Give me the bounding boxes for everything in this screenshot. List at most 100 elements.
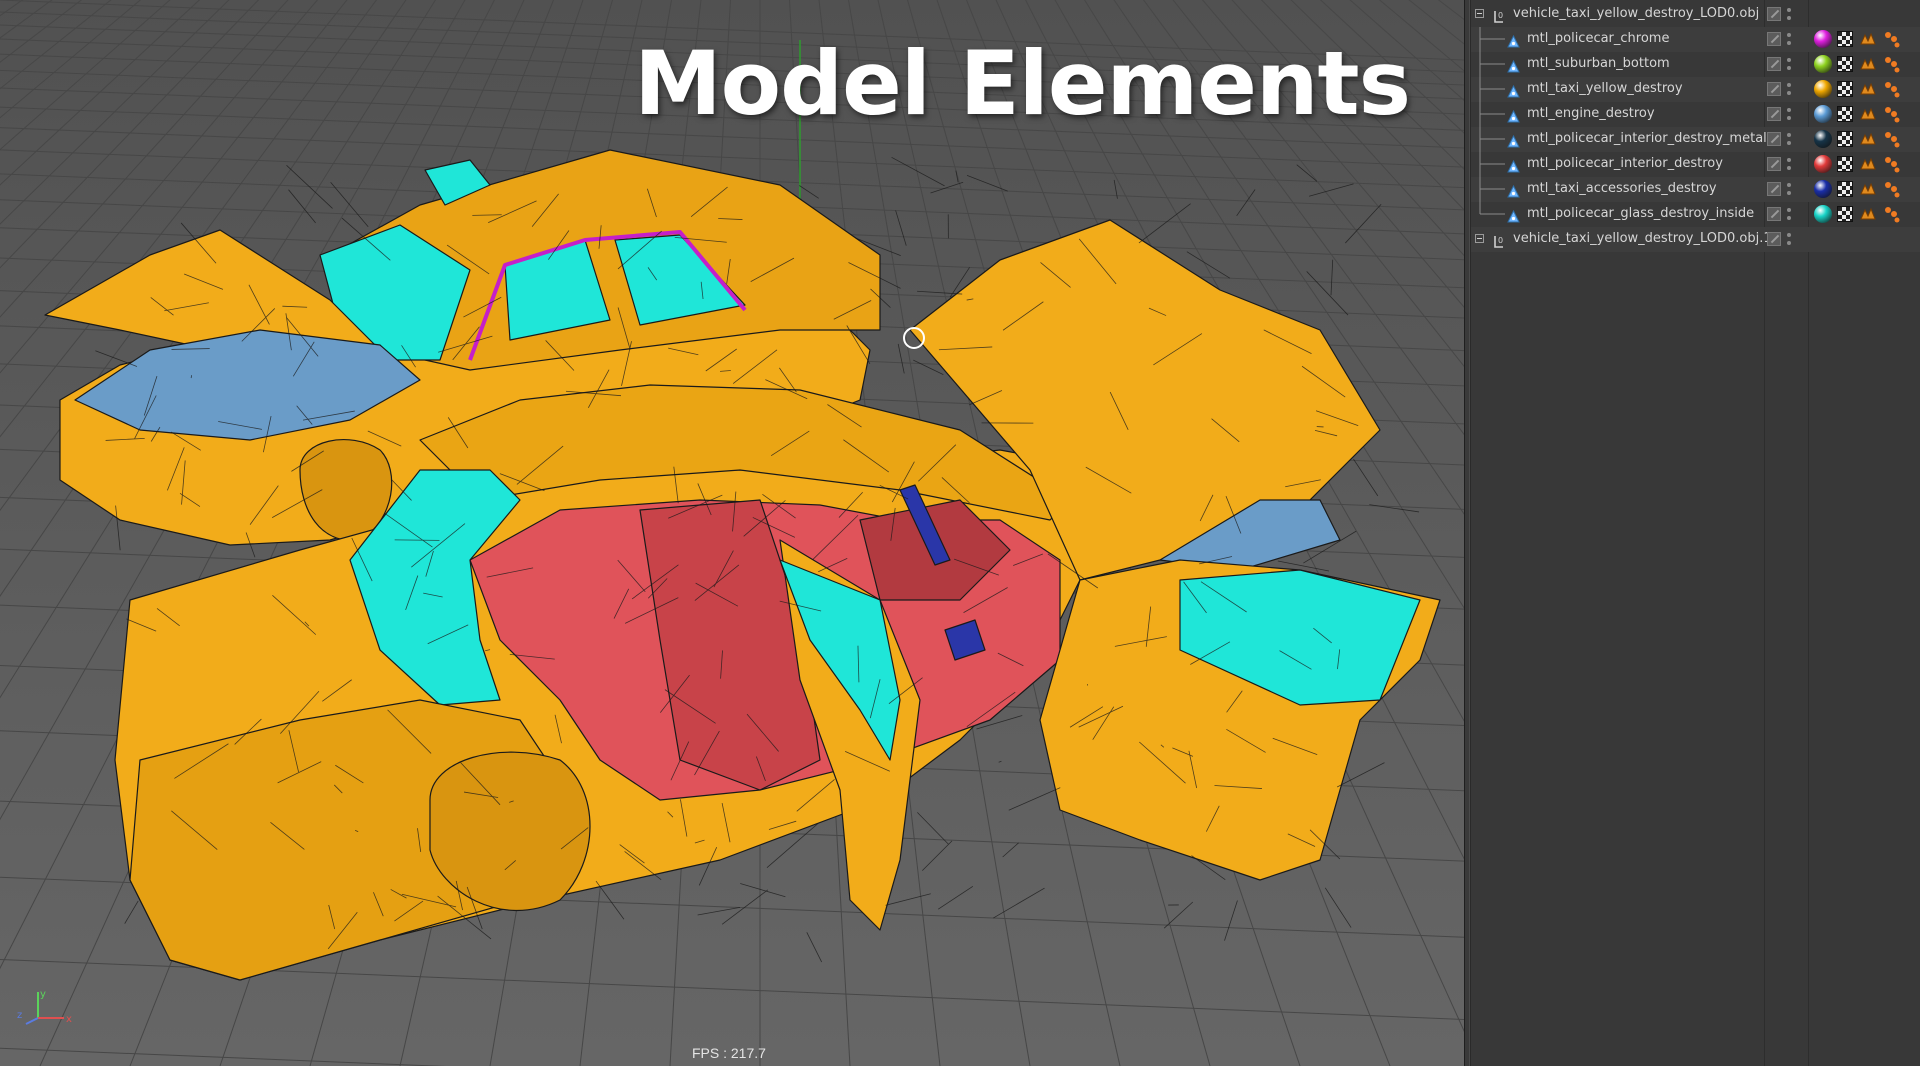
- visibility-toggle[interactable]: [1767, 32, 1781, 46]
- texture-tag-icon[interactable]: [1837, 181, 1853, 197]
- texture-tag-icon[interactable]: [1837, 131, 1853, 147]
- texture-tag-icon[interactable]: [1837, 106, 1853, 122]
- tree-connector: [1479, 52, 1505, 77]
- selection-tag-icon[interactable]: [1883, 105, 1901, 123]
- material-tag-icon[interactable]: [1814, 55, 1832, 73]
- material-object-icon: [1507, 158, 1520, 173]
- visibility-toggle[interactable]: [1767, 182, 1781, 196]
- render-dots-icon[interactable]: [1787, 32, 1791, 48]
- uvw-tag-icon[interactable]: [1859, 156, 1877, 172]
- render-dots-icon[interactable]: [1787, 7, 1791, 23]
- selection-tag-icon[interactable]: [1883, 30, 1901, 48]
- material-label: mtl_policecar_interior_destroy: [1527, 156, 1723, 171]
- material-row[interactable]: mtl_policecar_interior_destroy: [1471, 152, 1920, 177]
- uvw-tag-icon[interactable]: [1859, 56, 1877, 72]
- material-tag-icon[interactable]: [1814, 105, 1832, 123]
- svg-text:0: 0: [1498, 236, 1503, 245]
- visibility-toggle[interactable]: [1767, 207, 1781, 221]
- material-label: mtl_taxi_yellow_destroy: [1527, 81, 1683, 96]
- uvw-tag-icon[interactable]: [1859, 181, 1877, 197]
- uvw-tag-icon[interactable]: [1859, 206, 1877, 222]
- axis-label-y: y: [40, 989, 46, 1000]
- selection-tag-icon[interactable]: [1883, 180, 1901, 198]
- tree-connector: [1479, 202, 1505, 215]
- object-label: vehicle_taxi_yellow_destroy_LOD0.obj.1: [1513, 231, 1772, 246]
- material-object-icon: [1507, 183, 1520, 198]
- render-dots-icon[interactable]: [1787, 182, 1791, 198]
- texture-tag-icon[interactable]: [1837, 81, 1853, 97]
- collapse-icon[interactable]: [1475, 9, 1484, 18]
- render-dots-icon[interactable]: [1787, 82, 1791, 98]
- material-row[interactable]: mtl_taxi_accessories_destroy: [1471, 177, 1920, 202]
- render-dots-icon[interactable]: [1787, 107, 1791, 123]
- uvw-tag-icon[interactable]: [1859, 31, 1877, 47]
- uvw-tag-icon[interactable]: [1859, 81, 1877, 97]
- tree-connector: [1479, 127, 1505, 152]
- material-object-icon: [1507, 208, 1520, 223]
- cursor-icon: [903, 327, 925, 349]
- visibility-toggle[interactable]: [1767, 7, 1781, 21]
- render-dots-icon[interactable]: [1787, 232, 1791, 248]
- render-dots-icon[interactable]: [1787, 57, 1791, 73]
- material-label: mtl_taxi_accessories_destroy: [1527, 181, 1717, 196]
- material-row[interactable]: mtl_policecar_glass_destroy_inside: [1471, 202, 1920, 227]
- material-object-icon: [1507, 58, 1520, 73]
- object-row[interactable]: 0 vehicle_taxi_yellow_destroy_LOD0.obj.1: [1471, 227, 1920, 252]
- material-row[interactable]: mtl_taxi_yellow_destroy: [1471, 77, 1920, 102]
- material-object-icon: [1507, 33, 1520, 48]
- material-tag-icon[interactable]: [1814, 155, 1832, 173]
- visibility-toggle[interactable]: [1767, 82, 1781, 96]
- tree-connector: [1479, 152, 1505, 177]
- tree-connector: [1479, 102, 1505, 127]
- object-row[interactable]: 0 vehicle_taxi_yellow_destroy_LOD0.obj: [1471, 2, 1920, 27]
- render-dots-icon[interactable]: [1787, 207, 1791, 223]
- viewport-scene: [0, 0, 1464, 1066]
- texture-tag-icon[interactable]: [1837, 56, 1853, 72]
- tree-connector: [1479, 77, 1505, 102]
- material-object-icon: [1507, 133, 1520, 148]
- render-dots-icon[interactable]: [1787, 157, 1791, 173]
- object-manager-panel: 0 vehicle_taxi_yellow_destroy_LOD0.objmtl…: [1470, 0, 1920, 1066]
- material-tag-icon[interactable]: [1814, 180, 1832, 198]
- polygon-object-icon: 0: [1493, 233, 1505, 248]
- selection-tag-icon[interactable]: [1883, 155, 1901, 173]
- viewport-title: Model Elements: [634, 32, 1411, 135]
- axis-label-z: z: [17, 1010, 22, 1021]
- material-row[interactable]: mtl_policecar_chrome: [1471, 27, 1920, 52]
- fps-counter: FPS : 217.7: [692, 1045, 766, 1061]
- object-label: vehicle_taxi_yellow_destroy_LOD0.obj: [1513, 6, 1760, 21]
- visibility-toggle[interactable]: [1767, 57, 1781, 71]
- visibility-toggle[interactable]: [1767, 157, 1781, 171]
- material-tag-icon[interactable]: [1814, 205, 1832, 223]
- material-row[interactable]: mtl_suburban_bottom: [1471, 52, 1920, 77]
- tree-connector: [1479, 177, 1505, 202]
- uvw-tag-icon[interactable]: [1859, 106, 1877, 122]
- tree-connector: [1479, 27, 1505, 52]
- selection-tag-icon[interactable]: [1883, 80, 1901, 98]
- visibility-toggle[interactable]: [1767, 132, 1781, 146]
- material-tag-icon[interactable]: [1814, 30, 1832, 48]
- selection-tag-icon[interactable]: [1883, 205, 1901, 223]
- texture-tag-icon[interactable]: [1837, 156, 1853, 172]
- material-tag-icon[interactable]: [1814, 80, 1832, 98]
- selection-tag-icon[interactable]: [1883, 55, 1901, 73]
- texture-tag-icon[interactable]: [1837, 206, 1853, 222]
- expand-icon[interactable]: [1475, 234, 1484, 243]
- uvw-tag-icon[interactable]: [1859, 131, 1877, 147]
- visibility-toggle[interactable]: [1767, 107, 1781, 121]
- viewport-3d[interactable]: Model Elements y x z FPS : 217.7: [0, 0, 1464, 1066]
- material-label: mtl_engine_destroy: [1527, 106, 1655, 121]
- material-label: mtl_policecar_chrome: [1527, 31, 1670, 46]
- material-row[interactable]: mtl_engine_destroy: [1471, 102, 1920, 127]
- material-label: mtl_suburban_bottom: [1527, 56, 1670, 71]
- axis-gizmo-icon: y x z: [17, 989, 72, 1025]
- render-dots-icon[interactable]: [1787, 132, 1791, 148]
- axis-label-x: x: [66, 1014, 72, 1025]
- svg-text:0: 0: [1498, 11, 1503, 20]
- material-row[interactable]: mtl_policecar_interior_destroy_metal: [1471, 127, 1920, 152]
- selection-tag-icon[interactable]: [1883, 130, 1901, 148]
- front-wheel-arch: [429, 751, 591, 911]
- material-tag-icon[interactable]: [1814, 130, 1832, 148]
- texture-tag-icon[interactable]: [1837, 31, 1853, 47]
- visibility-toggle[interactable]: [1767, 232, 1781, 246]
